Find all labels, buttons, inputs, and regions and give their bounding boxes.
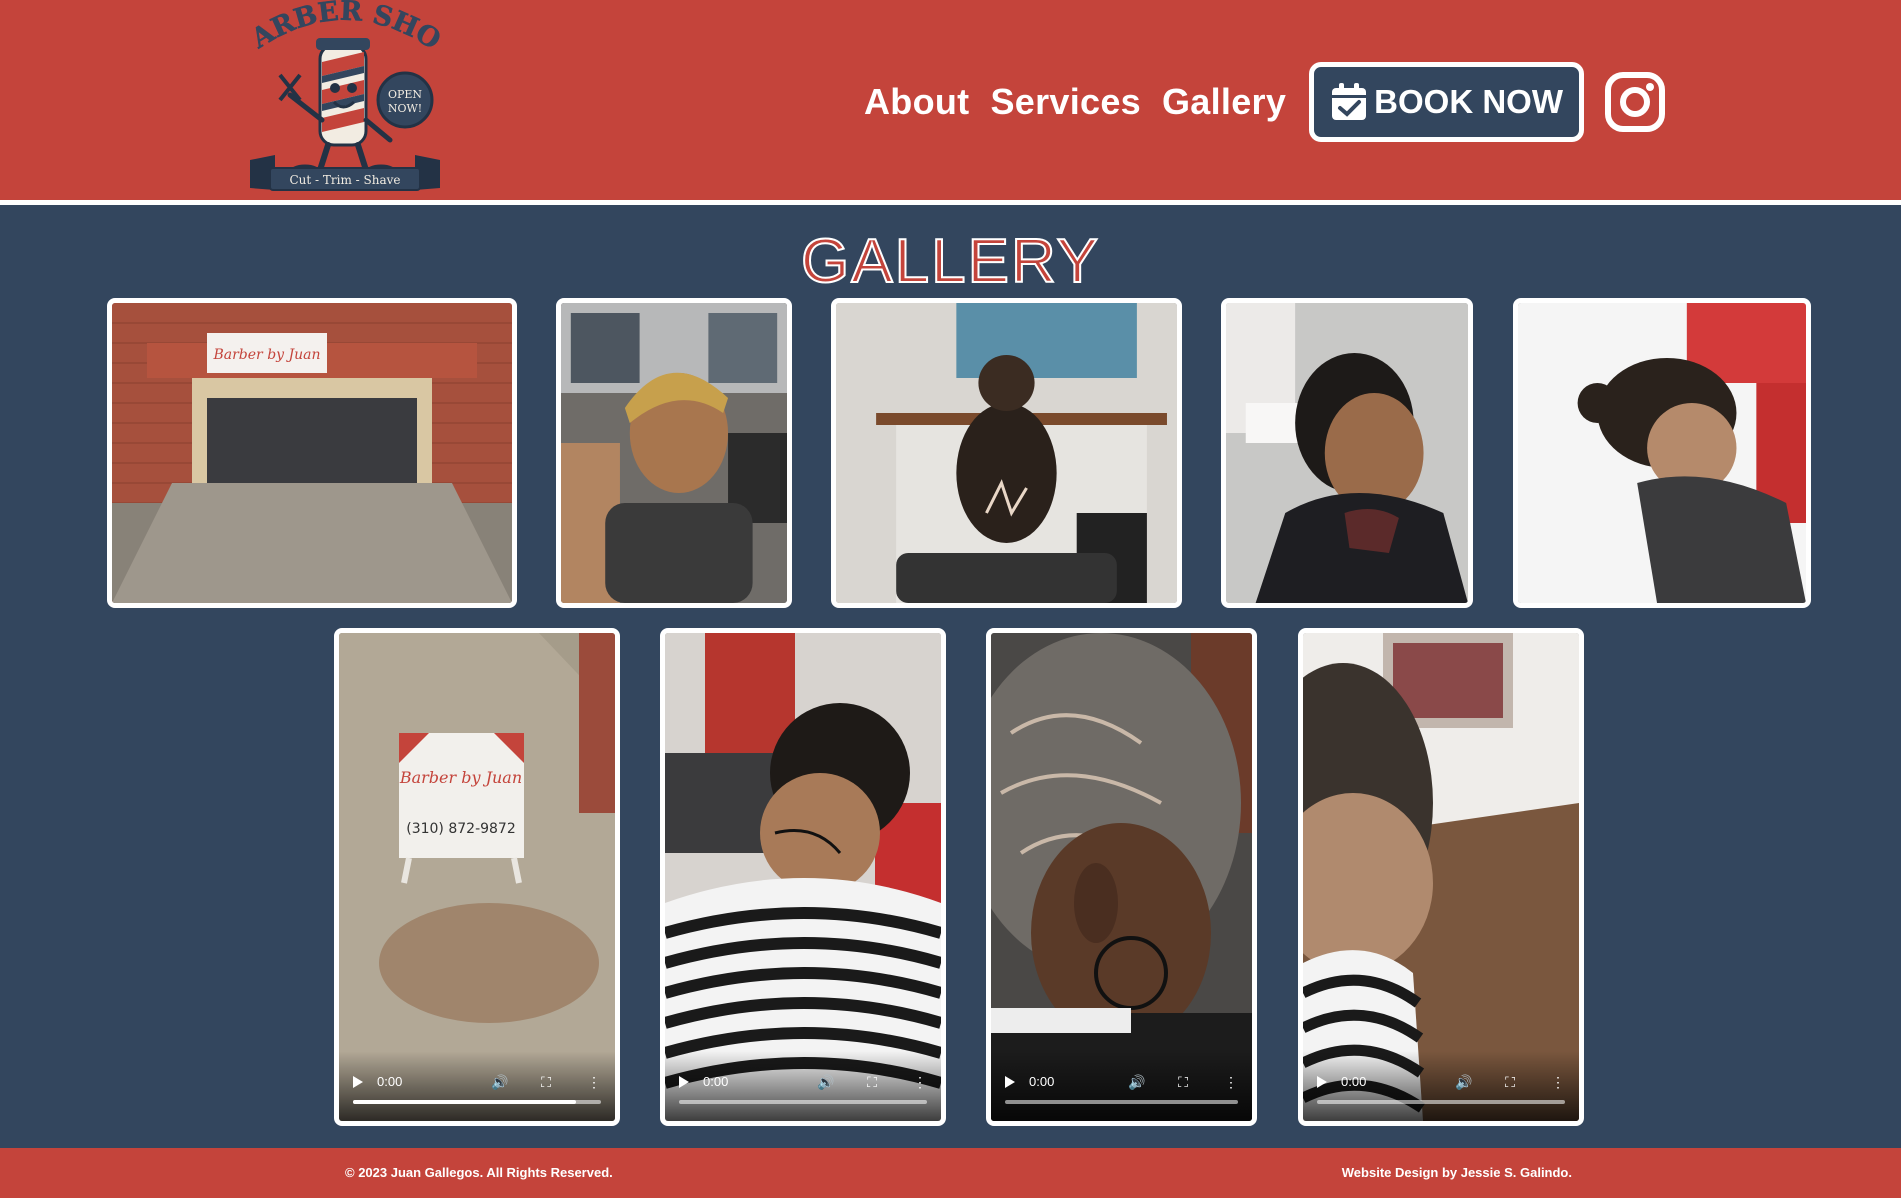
gallery-video-glasses[interactable]: 0:00 🔊 ⛶ ⋮ bbox=[660, 628, 946, 1126]
more-options-icon[interactable]: ⋮ bbox=[913, 1075, 927, 1089]
gallery-title: GALLERY bbox=[800, 226, 1100, 297]
video-time: 0:00 bbox=[703, 1074, 729, 1089]
book-now-label: BOOK NOW bbox=[1374, 83, 1563, 120]
fullscreen-icon[interactable]: ⛶ bbox=[1503, 1075, 1517, 1089]
video-progress-bar[interactable] bbox=[679, 1100, 927, 1104]
video-progress-bar[interactable] bbox=[353, 1100, 601, 1104]
gallery-photo-short-fade[interactable] bbox=[1221, 298, 1473, 608]
svg-text:Barber by Juan: Barber by Juan bbox=[212, 347, 320, 363]
more-options-icon[interactable]: ⋮ bbox=[587, 1075, 601, 1089]
barber-shop-logo[interactable]: BARBER SHOP OPEN NOW! Cut - Trim - Shave bbox=[238, 0, 446, 198]
volume-icon[interactable]: 🔊 bbox=[817, 1075, 834, 1089]
gallery-video-sign[interactable]: Barber by Juan (310) 872-9872 0:00 🔊 ⛶ ⋮ bbox=[334, 628, 620, 1126]
volume-icon[interactable]: 🔊 bbox=[491, 1075, 508, 1089]
video-time: 0:00 bbox=[377, 1074, 403, 1089]
design-credit-text: Website Design by Jessie S. Galindo. bbox=[1341, 1165, 1572, 1180]
video-time: 0:00 bbox=[1341, 1074, 1367, 1089]
play-icon[interactable] bbox=[353, 1075, 363, 1088]
video-progress-bar[interactable] bbox=[1317, 1100, 1565, 1104]
gallery-photo-boy-fade[interactable] bbox=[556, 298, 792, 608]
book-now-button[interactable]: BOOK NOW bbox=[1309, 62, 1584, 142]
gallery-video-hair-design[interactable]: 0:00 🔊 ⛶ ⋮ bbox=[986, 628, 1257, 1126]
nav-about-link[interactable]: About bbox=[864, 81, 969, 123]
gallery-photo-bun-design[interactable] bbox=[831, 298, 1182, 608]
main-nav: About Services Gallery BOOK NOW bbox=[864, 62, 1666, 142]
more-options-icon[interactable]: ⋮ bbox=[1551, 1075, 1565, 1089]
calendar-check-icon bbox=[1332, 83, 1367, 120]
site-header: BARBER SHOP OPEN NOW! Cut - Trim - Shave bbox=[0, 0, 1901, 205]
gallery-photo-man-bun[interactable] bbox=[1513, 298, 1811, 608]
volume-icon[interactable]: 🔊 bbox=[1455, 1075, 1472, 1089]
site-footer: © 2023 Juan Gallegos. All Rights Reserve… bbox=[0, 1148, 1901, 1198]
svg-text:OPEN: OPEN bbox=[388, 88, 422, 101]
video-progress-bar[interactable] bbox=[1005, 1100, 1238, 1104]
svg-text:(310) 872-9872: (310) 872-9872 bbox=[406, 821, 516, 837]
video-time: 0:00 bbox=[1029, 1074, 1055, 1089]
play-icon[interactable] bbox=[679, 1075, 689, 1088]
svg-text:Cut - Trim - Shave: Cut - Trim - Shave bbox=[289, 173, 400, 187]
fullscreen-icon[interactable]: ⛶ bbox=[865, 1075, 879, 1089]
nav-gallery-link[interactable]: Gallery bbox=[1162, 81, 1286, 123]
gallery-video-fade-back[interactable]: 0:00 🔊 ⛶ ⋮ bbox=[1298, 628, 1584, 1126]
svg-text:NOW!: NOW! bbox=[388, 102, 422, 115]
more-options-icon[interactable]: ⋮ bbox=[1224, 1075, 1238, 1089]
gallery-photo-storefront[interactable]: Barber by Juan bbox=[107, 298, 517, 608]
fullscreen-icon[interactable]: ⛶ bbox=[1176, 1075, 1190, 1089]
fullscreen-icon[interactable]: ⛶ bbox=[539, 1075, 553, 1089]
instagram-icon[interactable] bbox=[1604, 71, 1666, 133]
play-icon[interactable] bbox=[1005, 1075, 1015, 1088]
nav-services-link[interactable]: Services bbox=[990, 81, 1141, 123]
volume-icon[interactable]: 🔊 bbox=[1128, 1075, 1145, 1089]
play-icon[interactable] bbox=[1317, 1075, 1327, 1088]
svg-text:Barber by Juan: Barber by Juan bbox=[399, 768, 522, 787]
copyright-text: © 2023 Juan Gallegos. All Rights Reserve… bbox=[345, 1165, 613, 1180]
